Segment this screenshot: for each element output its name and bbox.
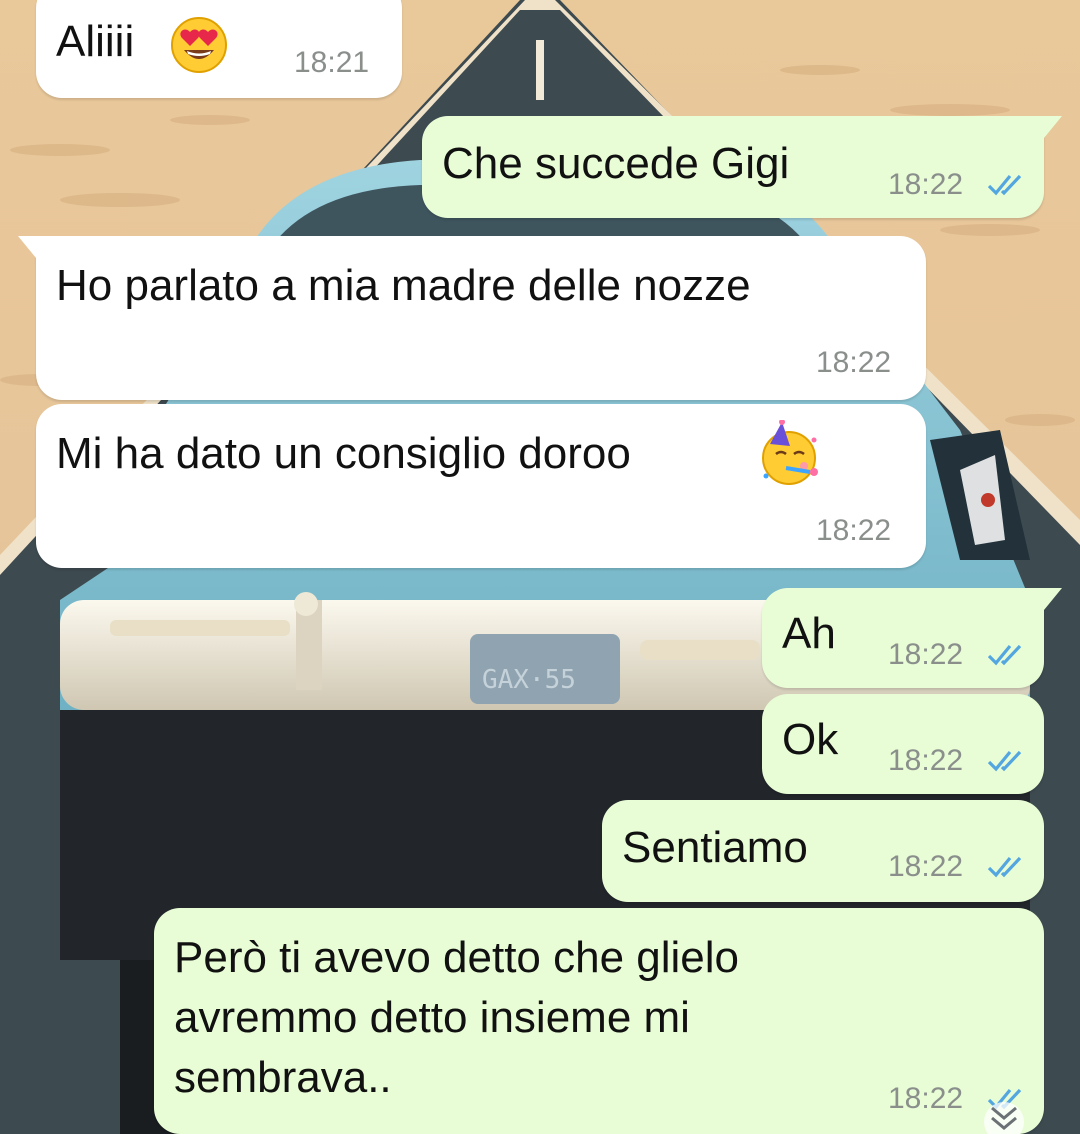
message-text: Ho parlato a mia madre delle nozze [56,261,751,310]
message-text: Sentiamo [622,823,808,872]
message-bubble-outgoing[interactable]: Però ti avevo detto che glielo avremmo d… [154,908,1044,1134]
message-bubble-outgoing[interactable]: Ok 18:22 [762,694,1044,794]
message-list[interactable]: Aliiii 18:21 Che succede Gigi 18:22 Ho p… [0,0,1080,1134]
message-time: 18:22 [888,168,964,201]
message-bubble-incoming[interactable]: Aliiii 18:21 [36,0,402,98]
message-time: 18:22 [888,744,964,777]
message-text: Mi ha dato un consiglio doroo [56,429,631,478]
message-text: Però ti avevo detto che glielo avremmo d… [174,933,740,1102]
message-text: Che succede Gigi [442,139,790,188]
message-text: Ah [782,609,836,658]
double-check-icon [987,750,1022,772]
message-bubble-outgoing[interactable]: Ah 18:22 [762,588,1062,688]
message-time: 18:21 [294,46,370,79]
double-check-icon [987,644,1022,666]
message-bubble-outgoing[interactable]: Che succede Gigi 18:22 [422,116,1062,218]
message-bubble-incoming[interactable]: Ho parlato a mia madre delle nozze 18:22 [18,236,926,400]
heart-eyes-emoji-icon [171,17,227,73]
message-bubble-incoming[interactable]: Mi ha dato un consiglio doroo 18:22 [36,404,926,568]
message-bubble-outgoing[interactable]: Sentiamo 18:22 [602,800,1044,902]
double-chevron-down-icon[interactable] [982,1100,1026,1134]
double-check-icon [987,856,1022,878]
message-text: Aliiii [56,17,135,66]
message-time: 18:22 [888,850,964,883]
message-time: 18:22 [888,1082,964,1115]
message-text: Ok [782,715,839,764]
message-time: 18:22 [888,638,964,671]
message-time: 18:22 [816,514,892,547]
double-check-icon [987,174,1022,196]
message-time: 18:22 [816,346,892,379]
partying-face-emoji-icon [762,420,818,485]
